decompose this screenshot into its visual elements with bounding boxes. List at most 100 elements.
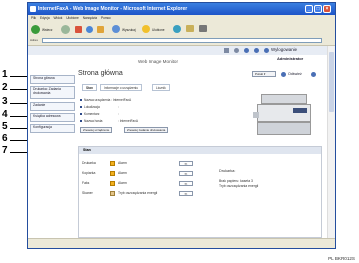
title-bar: InternetFaxA - Web Image Monitor - Micro… — [28, 3, 335, 15]
address-input[interactable] — [42, 38, 322, 43]
menu-edit[interactable]: Edycja — [40, 16, 50, 20]
minimize-button[interactable]: _ — [305, 5, 313, 13]
user-name: Administrator — [277, 56, 304, 61]
scanner-details-button[interactable]: ≫ — [179, 191, 193, 196]
favorites-icon[interactable] — [142, 25, 150, 33]
callout-6: 6 — [2, 133, 8, 144]
status-row-copier: Kopiarka Alarm — [82, 171, 127, 179]
window-title: InternetFaxA - Web Image Monitor - Micro… — [38, 6, 188, 12]
warning-icon — [110, 161, 115, 166]
status-side-line-1: Brak papieru: kaseta 3 — [219, 179, 253, 183]
printer-image — [253, 94, 315, 136]
search-label[interactable]: Wyszukaj — [122, 28, 136, 32]
wim-toolbar: Wylogowanie — [28, 46, 327, 55]
address-label: Adres — [30, 38, 38, 42]
status-panel: Stan Drukarka Alarm ≫ Kopiarka Alarm ≫ F… — [78, 146, 322, 238]
comment-value: : — [118, 112, 119, 116]
print-icon-small[interactable] — [224, 48, 229, 53]
device-name-value: : InternetFaxA — [111, 98, 132, 102]
help-icon-page[interactable] — [311, 72, 316, 77]
menu-view[interactable]: Widok — [54, 16, 63, 20]
location-row: Lokalizacja : — [80, 105, 119, 109]
fax-details-button[interactable]: ≫ — [179, 181, 193, 186]
menu-bar: Plik Edycja Widok Ulubione Narzędzia Pom… — [28, 15, 335, 22]
scrollbar-thumb[interactable] — [329, 52, 334, 112]
status-value-copier: Alarm — [118, 171, 127, 175]
menu-favorites[interactable]: Ulubione — [66, 16, 79, 20]
menu-help[interactable]: Pomoc — [101, 16, 111, 20]
back-label[interactable]: Wstecz — [42, 28, 52, 32]
hostname-label: Nazwa hosta — [84, 119, 103, 123]
callout-1: 1 — [2, 69, 8, 80]
page-content: Wylogowanie Web Image Monitor Administra… — [28, 46, 327, 238]
search-icon[interactable] — [112, 25, 120, 33]
bullet-icon — [80, 113, 82, 116]
copier-details-button[interactable]: ≫ — [179, 171, 193, 176]
nav-configuration[interactable]: Konfiguracja — [30, 124, 75, 133]
logout-link[interactable]: Wylogowanie — [271, 47, 297, 52]
back-icon[interactable] — [31, 25, 40, 34]
refresh-icon[interactable] — [86, 26, 93, 33]
figure-code: PL BKR012S — [328, 256, 355, 261]
tab-counter[interactable]: Licznik — [152, 84, 170, 91]
comment-row: Komentarz : — [80, 112, 119, 116]
status-side-line-2: Tryb oszczędzania energii — [219, 184, 259, 188]
page-title: Strona główna — [78, 70, 123, 77]
vertical-scrollbar[interactable] — [327, 46, 335, 238]
favorites-label[interactable]: Ulubione — [152, 28, 165, 32]
status-value-printer: Alarm — [118, 161, 127, 165]
maximize-button[interactable]: □ — [314, 5, 322, 13]
nav-printer-jobs[interactable]: Drukarka: Zadania drukowania — [30, 86, 75, 99]
history-icon[interactable] — [173, 25, 181, 33]
logout-icon[interactable] — [264, 48, 269, 53]
hostname-value: : InternetFaxA — [118, 119, 139, 123]
ie-icon — [30, 6, 36, 12]
callout-4: 4 — [2, 109, 8, 120]
status-row-printer: Drukarka Alarm — [82, 161, 127, 169]
menu-file[interactable]: Plik — [31, 16, 36, 20]
nav-home[interactable]: Strona główna — [30, 75, 75, 84]
address-bar: Adres — [28, 37, 335, 46]
status-side-title: Drukarka: — [219, 169, 236, 173]
tab-device-info[interactable]: Informacje o urządzeniu — [100, 84, 143, 91]
status-label-scanner: Skaner — [82, 191, 93, 195]
status-header: Stan — [79, 147, 321, 154]
browser-status-bar — [28, 238, 335, 248]
status-value-fax: Alarm — [118, 181, 127, 185]
menu-tools[interactable]: Narzędzia — [83, 16, 97, 20]
status-value-scanner: Tryb oszczędzania energii — [118, 191, 158, 195]
reset-print-job-button[interactable]: Zresetuj zadanie drukowania — [124, 127, 169, 133]
home-icon[interactable] — [97, 26, 104, 33]
toolbar: Wstecz Wyszukaj Ulubione — [28, 22, 335, 38]
language-value: Polski — [255, 72, 264, 76]
forward-icon[interactable] — [61, 25, 70, 34]
location-label: Lokalizacja — [84, 105, 100, 109]
help-icon[interactable] — [244, 48, 249, 53]
comment-label: Komentarz — [84, 112, 100, 116]
callout-7: 7 — [2, 145, 8, 156]
print-icon[interactable] — [199, 25, 207, 32]
status-row-fax: Faks Alarm — [82, 181, 127, 189]
stop-icon[interactable] — [75, 26, 82, 33]
mail-icon[interactable] — [186, 25, 194, 32]
location-value: : — [118, 105, 119, 109]
status-label-fax: Faks — [82, 181, 90, 185]
nav-job[interactable]: Zadanie — [30, 102, 75, 111]
bullet-icon — [80, 120, 82, 123]
browser-window: InternetFaxA - Web Image Monitor - Micro… — [27, 2, 336, 249]
status-label-copier: Kopiarka — [82, 171, 96, 175]
printer-details-button[interactable]: ≫ — [179, 161, 193, 166]
search-icon-small[interactable] — [234, 48, 239, 53]
close-button[interactable]: × — [323, 5, 331, 13]
refresh-link[interactable]: Odśwież — [288, 72, 302, 76]
nav-address-book[interactable]: Książka adresowa — [30, 113, 75, 122]
callout-5: 5 — [2, 121, 8, 132]
info-icon[interactable] — [254, 48, 259, 53]
refresh-icon-page[interactable] — [281, 72, 286, 77]
tab-status[interactable]: Stan — [82, 84, 97, 91]
scanner-icon — [110, 191, 115, 196]
hostname-row: Nazwa hosta : InternetFaxA — [80, 119, 138, 123]
reset-device-button[interactable]: Zresetuj urządzenie — [80, 127, 113, 133]
callout-2: 2 — [2, 82, 8, 93]
language-select[interactable]: Polski ▾ — [252, 71, 276, 77]
